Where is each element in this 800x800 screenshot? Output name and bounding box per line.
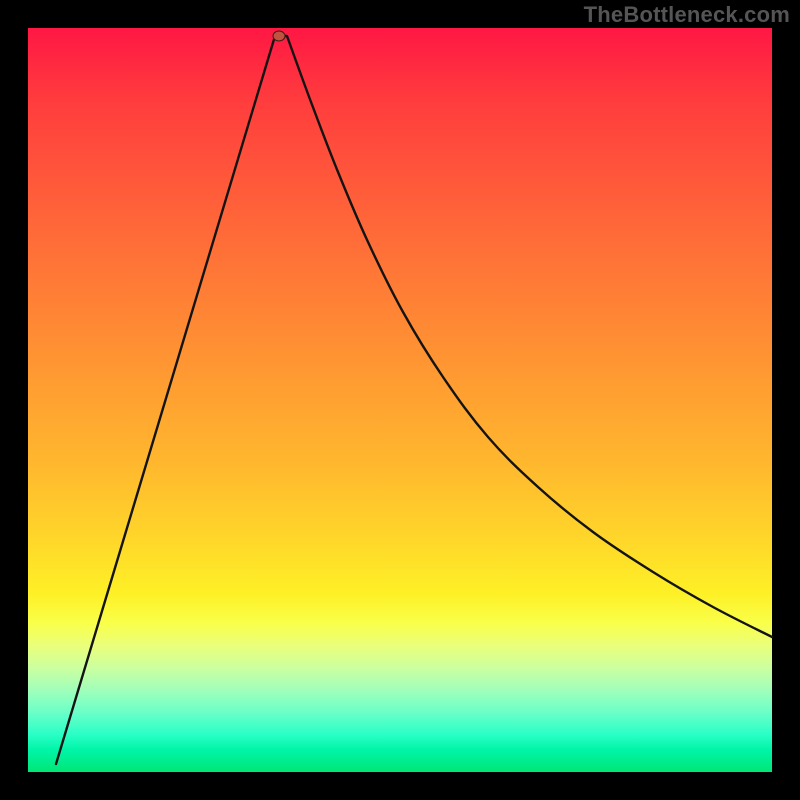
chart-frame: TheBottleneck.com — [0, 0, 800, 800]
trough-marker — [273, 31, 285, 41]
chart-svg — [28, 28, 772, 772]
plot-area — [28, 28, 772, 772]
watermark-text: TheBottleneck.com — [584, 2, 790, 28]
bottleneck-curve — [56, 36, 772, 764]
